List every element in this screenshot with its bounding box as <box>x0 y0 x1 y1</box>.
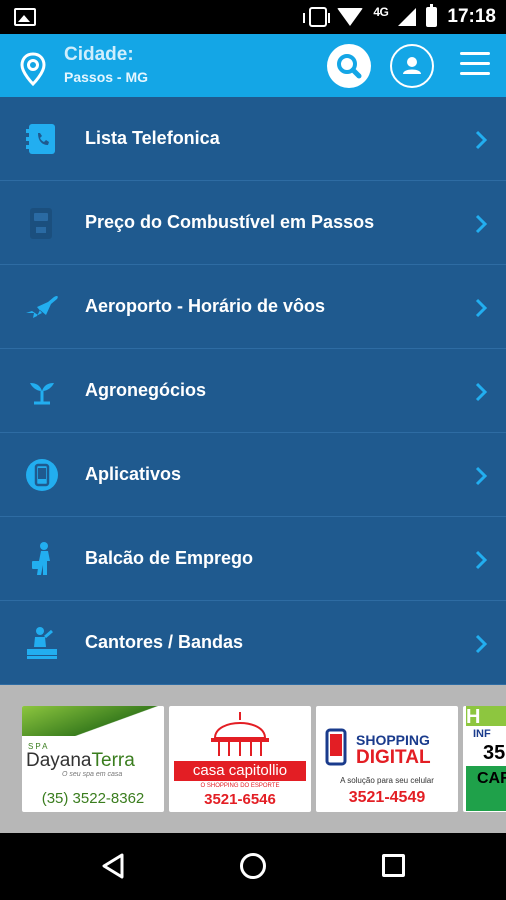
singer-stage-icon <box>27 627 57 659</box>
ads-carousel[interactable]: SPA DayanaTerra O seu spa em casa (35) 3… <box>0 685 506 833</box>
clock: 17:18 <box>447 6 496 27</box>
menu-line <box>460 52 490 55</box>
menu-item-label: Aplicativos <box>85 464 182 484</box>
chevron-right-icon <box>475 466 488 486</box>
menu-item-agronegocios[interactable]: Agronegócios <box>0 349 506 433</box>
chevron-right-icon <box>475 298 488 318</box>
menu-item-label: Agronegócios <box>85 380 207 400</box>
sprout-icon <box>30 383 54 405</box>
ad-partial[interactable]: H INF 35 CAR <box>463 706 506 812</box>
menu-item-label: Lista Telefonica <box>85 128 220 148</box>
ad-brand-bottom: DIGITAL <box>356 747 431 768</box>
category-list: Lista Telefonica Preço do Combustível em… <box>0 97 506 685</box>
back-icon[interactable] <box>100 853 126 879</box>
network-type: 4G <box>373 5 389 19</box>
ad-text: CAR <box>477 770 506 787</box>
ad-brand: casa capitollio <box>174 761 306 781</box>
menu-item-aeroporto[interactable]: Aeroporto - Horário de vôos <box>0 265 506 349</box>
app-header: Cidade: Passos - MG <box>0 34 506 97</box>
ad-subtitle: O SHOPPING DO ESPORTE <box>200 783 280 789</box>
vibrate-icon <box>303 7 331 27</box>
ad-brand-top: SHOPPING <box>356 732 430 748</box>
dome-building-icon <box>211 712 269 756</box>
chevron-right-icon <box>475 382 488 402</box>
status-icons: 4G 17:18 <box>303 0 496 34</box>
user-icon <box>403 57 421 74</box>
ad-dayana-terra[interactable]: SPA DayanaTerra O seu spa em casa (35) 3… <box>22 706 164 812</box>
status-bar: 4G 17:18 <box>0 0 506 34</box>
menu-item-cantores-bandas[interactable]: Cantores / Bandas <box>0 601 506 685</box>
menu-item-combustivel[interactable]: Preço do Combustível em Passos <box>0 181 506 265</box>
menu-line <box>460 62 490 65</box>
ad-casa-capitollio[interactable]: casa capitollio O SHOPPING DO ESPORTE 35… <box>169 706 311 812</box>
menu-item-label: Aeroporto - Horário de vôos <box>85 296 326 316</box>
smartphone-icon <box>325 728 347 766</box>
ad-phone: 3521-6546 <box>204 791 276 808</box>
search-icon <box>337 54 362 79</box>
recent-apps-icon[interactable] <box>382 854 405 877</box>
airplane-icon <box>26 295 58 318</box>
ad-shopping-digital[interactable]: SHOPPING DIGITAL A solução para seu celu… <box>316 706 458 812</box>
hamburger-menu-button[interactable] <box>460 52 490 78</box>
chevron-right-icon <box>475 550 488 570</box>
job-seeker-icon <box>32 542 50 575</box>
chevron-right-icon <box>475 130 488 150</box>
phonebook-icon <box>26 124 55 154</box>
ad-text: H <box>466 706 506 728</box>
signal-icon <box>398 8 417 26</box>
ad-leaf-swoosh <box>22 706 164 736</box>
ad-text: INF <box>473 728 491 740</box>
home-icon[interactable] <box>240 853 266 879</box>
mobile-app-icon <box>26 459 58 491</box>
menu-item-label: Cantores / Bandas <box>85 632 244 652</box>
ad-brand: DayanaTerra <box>26 750 135 771</box>
search-button[interactable] <box>327 44 371 88</box>
location-pin-icon[interactable] <box>19 52 47 86</box>
ad-phone: (35) 3522-8362 <box>41 790 145 807</box>
fuel-pump-icon <box>30 208 52 239</box>
ad-subtitle: A solução para seu celular <box>340 776 434 785</box>
chevron-right-icon <box>475 634 488 654</box>
chevron-right-icon <box>475 214 488 234</box>
ad-phone: 3521-4549 <box>348 789 426 806</box>
ad-text: 35 <box>483 742 506 764</box>
city-label: Cidade: <box>64 44 134 65</box>
image-notification-icon <box>14 8 36 26</box>
wifi-icon <box>337 8 364 26</box>
system-navigation-bar <box>0 833 506 900</box>
ad-slogan: O seu spa em casa <box>62 771 123 778</box>
menu-item-label: Balcão de Emprego <box>85 548 254 568</box>
menu-item-aplicativos[interactable]: Aplicativos <box>0 433 506 517</box>
battery-icon <box>426 4 438 27</box>
menu-item-balcao-emprego[interactable]: Balcão de Emprego <box>0 517 506 601</box>
profile-button[interactable] <box>390 44 434 88</box>
menu-item-label: Preço do Combustível em Passos <box>85 212 375 232</box>
menu-line <box>460 72 490 75</box>
city-selector[interactable]: Passos - MG <box>64 69 148 85</box>
menu-item-lista-telefonica[interactable]: Lista Telefonica <box>0 97 506 181</box>
